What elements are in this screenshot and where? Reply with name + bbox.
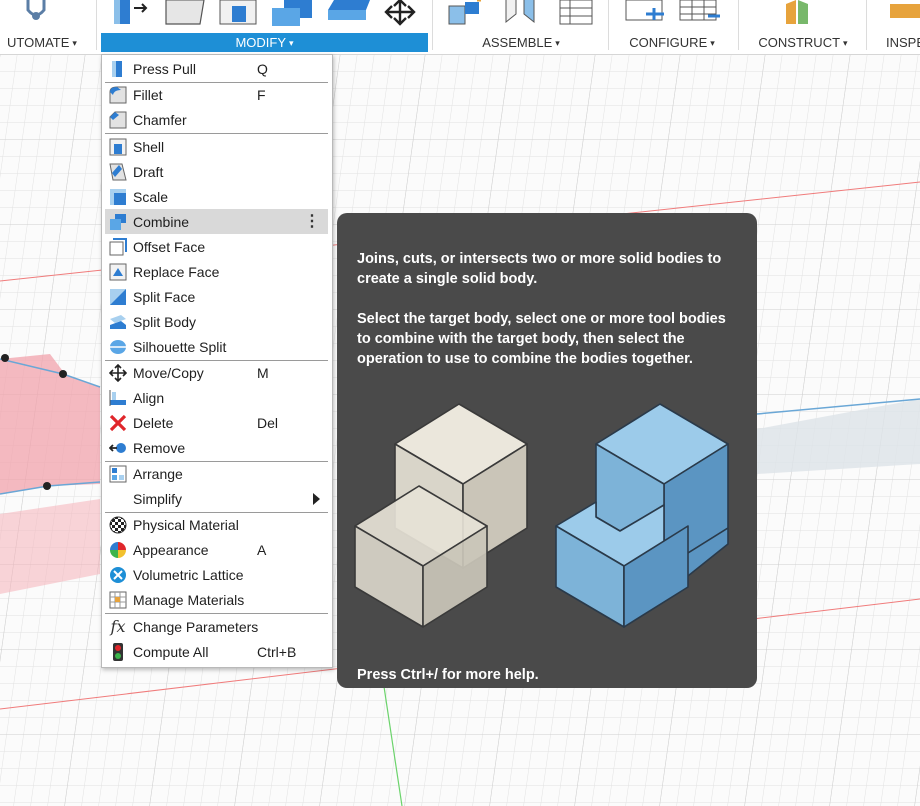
menu-item-press-pull[interactable]: Press Pull Q [105,56,328,81]
replace-face-icon [108,262,128,282]
menu-item-replace-face[interactable]: Replace Face [105,259,328,284]
move-copy-icon [108,363,128,383]
menu-item-align[interactable]: Align [105,385,328,410]
combine-tooltip: Joins, cuts, or intersects two or more s… [337,213,757,688]
menu-item-combine[interactable]: Combine ⋮ [105,209,328,234]
modify-dropdown-menu: Press Pull Q Fillet F Chamfer Shell Draf… [101,54,333,668]
menu-item-delete[interactable]: Delete Del [105,410,328,435]
menu-item-silhouette-split[interactable]: Silhouette Split [105,334,328,359]
remove-icon [108,438,128,458]
manage-materials-icon [108,590,128,610]
split-face-icon [108,287,128,307]
menu-item-draft[interactable]: Draft [105,159,328,184]
menu-item-split-body[interactable]: Split Body [105,309,328,334]
measure-icon[interactable] [886,0,920,26]
menu-item-move-copy[interactable]: Move/Copy M [105,360,328,385]
configuration-table-icon[interactable] [678,0,722,26]
before-bodies-illustration [354,403,528,628]
delete-icon [108,413,128,433]
submenu-arrow-icon [313,492,320,505]
combine-icon[interactable] [270,0,316,26]
press-pull-icon [108,59,128,79]
bill-of-materials-icon[interactable] [556,0,596,26]
menu-item-scale[interactable]: Scale [105,184,328,209]
menu-item-simplify[interactable]: Simplify [105,486,328,511]
press-pull-icon[interactable] [110,0,150,26]
silhouette-split-icon [108,337,128,357]
move-copy-icon[interactable] [380,0,420,26]
menu-item-manage-materials[interactable]: Manage Materials [105,587,328,612]
menu-item-compute-all[interactable]: Compute All Ctrl+B [105,639,328,664]
ribbon-toolbar: UTOMATE ▾ MODIFY ▾ ASSEMBLE ▾ CONFIGURE ▾ CO… [0,0,920,55]
appearance-icon [108,540,128,560]
menu-item-fillet[interactable]: Fillet F [105,82,328,107]
shell-icon[interactable] [218,0,260,26]
fillet-icon [108,85,128,105]
draft-icon [108,162,128,182]
construct-menu[interactable]: CONSTRUCT ▾ [742,33,864,52]
assemble-menu[interactable]: ASSEMBLE ▾ [446,33,596,52]
menu-item-appearance[interactable]: Appearance A [105,537,328,562]
menu-item-volumetric-lattice[interactable]: Volumetric Lattice [105,562,328,587]
automate-icon[interactable] [22,0,50,26]
modify-menu[interactable]: MODIFY ▾ [101,33,428,52]
combine-illustration [354,403,729,628]
more-options-icon[interactable]: ⋮ [304,213,320,230]
menu-item-split-face[interactable]: Split Face [105,284,328,309]
after-body-illustration [555,403,729,628]
menu-item-arrange[interactable]: Arrange [105,461,328,486]
compute-all-icon [108,642,128,662]
joint-icon[interactable] [500,0,540,26]
offset-plane-icon[interactable] [782,0,822,26]
menu-item-chamfer[interactable]: Chamfer [105,107,328,132]
replace-face-icon[interactable] [326,0,372,26]
new-component-icon[interactable] [447,0,487,26]
arrange-icon [108,464,128,484]
fillet-icon[interactable] [162,0,208,26]
physical-material-icon [108,515,128,535]
combine-icon [108,212,128,232]
configure-menu[interactable]: CONFIGURE ▾ [612,33,732,52]
inspect-menu[interactable]: INSPE [878,33,920,52]
menu-item-change-parameters[interactable]: fx Change Parameters [105,614,328,639]
chamfer-icon [108,110,128,130]
configure-icon[interactable] [624,0,668,26]
shell-icon [108,137,128,157]
volumetric-lattice-icon [108,565,128,585]
change-parameters-icon: fx [110,617,126,636]
align-icon [108,388,128,408]
automate-menu[interactable]: UTOMATE ▾ [0,33,84,52]
offset-face-icon [108,237,128,257]
menu-item-physical-material[interactable]: Physical Material [105,512,328,537]
tooltip-help: Press Ctrl+/ for more help. [357,667,539,683]
scale-icon [108,187,128,207]
menu-item-offset-face[interactable]: Offset Face [105,234,328,259]
split-body-icon [108,312,128,332]
menu-item-remove[interactable]: Remove [105,435,328,460]
menu-item-shell[interactable]: Shell [105,134,328,159]
